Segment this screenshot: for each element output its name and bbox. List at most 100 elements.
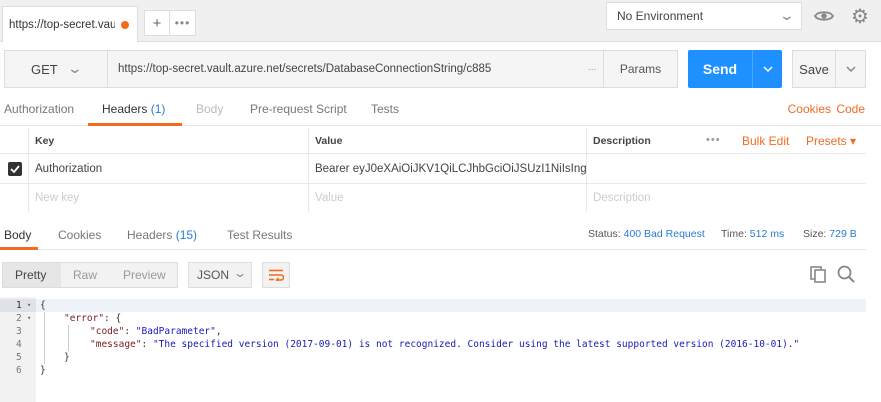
time-label: Time: [721,228,747,240]
column-header-value: Value [308,128,586,153]
chevron-down-icon [845,66,856,72]
eye-icon [814,11,834,21]
time-readout: Time: 512 ms [721,228,784,240]
size-readout: Size: 729 B [803,228,857,240]
headers-table: Key Value Description ••• Bulk Edit Pres… [0,128,866,212]
bulk-edit-link[interactable]: Bulk Edit [742,134,789,148]
search-button[interactable] [836,264,858,286]
tab-authorization[interactable]: Authorization [4,102,74,116]
fold-toggle-icon[interactable]: ▾ [27,314,31,322]
response-tab-headers-count: (15) [175,228,198,242]
environment-select-value: No Environment [617,9,704,23]
url-input[interactable]: https://top-secret.vault.azure.net/secre… [108,50,604,88]
new-tab-button[interactable]: + [144,10,170,36]
code-line: } [40,364,46,377]
header-key-cell[interactable]: Authorization [28,154,308,183]
environment-select[interactable]: No Environment ⌄ [606,2,802,30]
response-tab-cookies[interactable]: Cookies [58,228,101,242]
tab-more-button[interactable]: ••• [170,10,196,36]
line-number: 4 [16,339,22,350]
method-select[interactable]: GET ⌄ [4,50,108,88]
request-tabs: Authorization Headers (1) Body Pre-reque… [0,98,881,126]
response-body-editor[interactable]: 1 ▾ 2 ▾ 3 4 5 6 { "error": { "code": "Ba… [0,297,866,402]
indent-guide [44,312,45,364]
view-mode-group: Pretty Raw Preview [2,262,178,288]
wrap-lines-icon [269,269,284,281]
unsaved-dot-icon [121,20,129,29]
wrap-lines-button[interactable] [262,262,290,288]
params-button[interactable]: Params [604,50,678,88]
active-tab-indicator [88,123,182,126]
request-tab-title: https://top-secret.vau [9,18,115,31]
new-header-row: New key Value Description [0,184,866,212]
tab-tests[interactable]: Tests [371,102,399,116]
code-token-key: "error" [64,313,105,324]
status-label: Status: [588,228,621,240]
save-button[interactable]: Save [792,50,836,88]
code-token-string: "The specified version (2017-09-01) is n… [152,339,800,350]
checkbox-checked-icon[interactable] [8,162,22,176]
line-number: 3 [16,326,22,337]
tab-body[interactable]: Body [196,102,223,116]
new-key-input[interactable]: New key [28,184,308,212]
method-select-value: GET [31,61,58,77]
tab-pre-request-script[interactable]: Pre-request Script [250,102,347,116]
code-token: : [141,339,153,350]
size-value: 729 B [829,228,857,240]
view-raw-button[interactable]: Raw [73,263,97,287]
code-line: "message": "The specified version (2017-… [90,338,799,351]
tab-bar: https://top-secret.vau + ••• No Environm… [0,0,881,42]
headers-table-header: Key Value Description ••• Bulk Edit Pres… [0,128,866,154]
line-number: 6 [16,365,22,376]
copy-button[interactable] [808,264,830,286]
environment-quick-look-button[interactable] [810,2,838,30]
indent-guide [68,325,69,351]
gear-icon: ⚙ [851,5,869,28]
view-pretty-button[interactable]: Pretty [3,263,61,287]
time-value: 512 ms [749,228,785,240]
status-readout: Status: 400 Bad Request [588,228,705,240]
column-header-key: Key [28,128,308,153]
line-number: 5 [16,352,22,363]
response-tab-headers[interactable]: Headers (15) [127,228,197,242]
view-preview-button[interactable]: Preview [123,263,166,287]
column-options-button[interactable]: ••• [706,134,721,146]
settings-button[interactable]: ⚙ [846,2,874,30]
active-response-tab-indicator [0,247,38,250]
presets-dropdown[interactable]: Presets ▾ [806,134,856,148]
code-token: , [215,326,222,337]
save-options-button[interactable] [836,50,866,88]
send-button[interactable]: Send [688,50,752,88]
chevron-down-icon [762,66,773,72]
search-icon [837,265,855,283]
code-line: "code": "BadParameter", [90,325,222,338]
send-options-button[interactable] [752,50,782,88]
new-value-input[interactable]: Value [308,184,586,212]
code-token-key: "code" [90,326,125,337]
code-token: : { [104,313,122,324]
header-value-cell[interactable]: Bearer eyJ0eXAiOiJKV1QiLCJhbGciOiJSUzI1N… [308,154,586,183]
chevron-down-icon: ⌄ [778,7,796,23]
header-description-cell[interactable] [586,154,866,183]
code-token: : [124,326,136,337]
tab-headers[interactable]: Headers (1) [102,102,165,116]
new-description-input[interactable]: Description [586,184,866,212]
format-select[interactable]: JSON ⌄ [188,262,252,288]
format-select-value: JSON [197,268,230,282]
response-tab-headers-label: Headers [127,228,176,242]
copy-icon [810,266,826,283]
request-tab[interactable]: https://top-secret.vau [2,6,138,42]
tab-headers-label: Headers [102,102,151,116]
code-token-string: "BadParameter" [135,326,216,337]
response-tab-body[interactable]: Body [4,228,31,242]
code-link[interactable]: Code [836,102,865,116]
size-label: Size: [803,228,827,240]
fold-toggle-icon[interactable]: ▾ [27,301,31,309]
code-line: { [36,299,866,312]
response-tab-test-results[interactable]: Test Results [227,228,292,242]
chevron-down-icon: ⌄ [232,266,248,280]
cookies-link[interactable]: Cookies [788,102,831,116]
code-token: } [40,365,46,376]
request-bar: GET ⌄ https://top-secret.vault.azure.net… [0,44,881,94]
table-row: Authorization Bearer eyJ0eXAiOiJKV1QiLCJ… [0,154,866,184]
